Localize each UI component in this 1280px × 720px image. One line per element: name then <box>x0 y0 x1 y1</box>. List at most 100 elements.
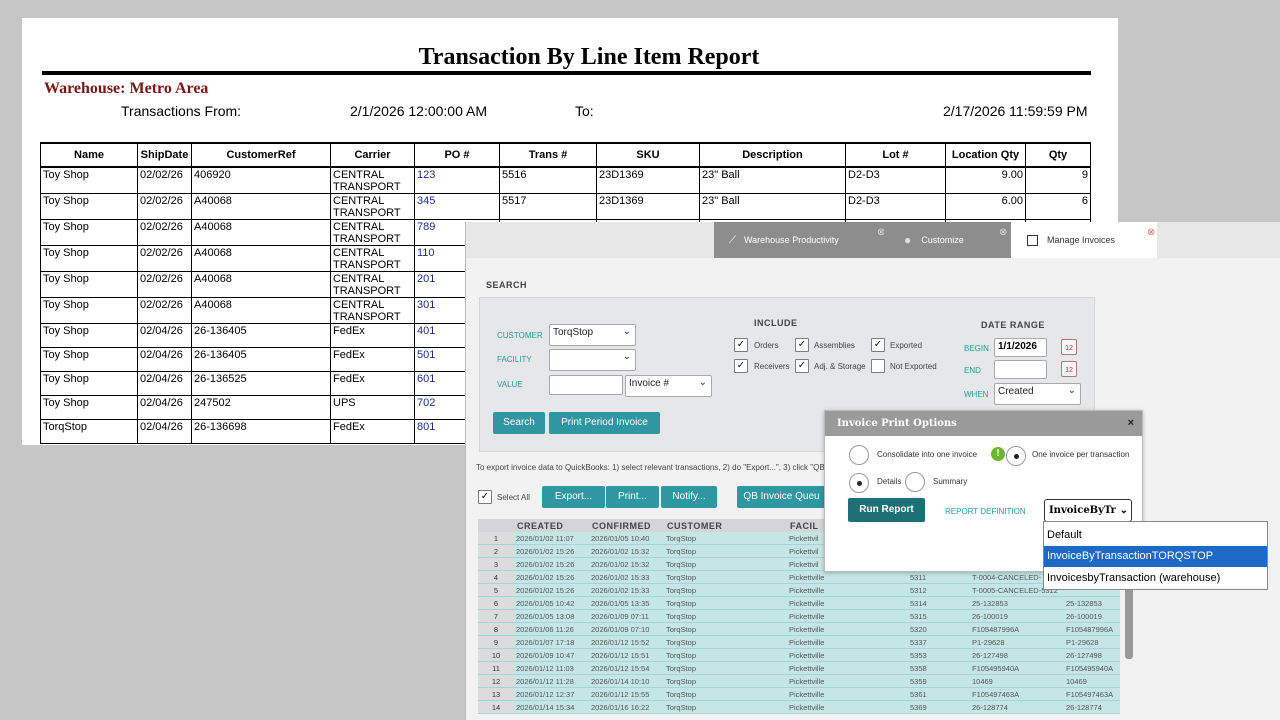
report-cell: UPS <box>330 395 415 420</box>
print-button[interactable]: Print... <box>606 486 659 508</box>
report-cell: Toy Shop <box>40 395 138 420</box>
export-button[interactable]: Export... <box>542 486 605 508</box>
details-radio[interactable] <box>849 473 869 493</box>
notify-button[interactable]: Notify... <box>661 486 717 508</box>
details-label: Details <box>877 477 902 486</box>
list-column-header[interactable]: CONFIRMED <box>589 519 664 532</box>
list-cell: 5312 <box>908 583 970 597</box>
when-value: Created <box>998 386 1034 397</box>
report-column-header: PO # <box>414 142 500 168</box>
end-date-input[interactable] <box>994 360 1047 379</box>
tab-warehouse-productivity[interactable]: ⟋ Warehouse Productivity ⊗ <box>714 222 885 258</box>
report-cell: A40068 <box>191 271 331 298</box>
circle-icon: ● <box>904 233 912 247</box>
list-cell: F105495940A <box>1064 661 1120 675</box>
list-column-header[interactable] <box>478 519 514 532</box>
report-cell: 23" Ball <box>699 166 846 194</box>
begin-date-input[interactable]: 1/1/2026 <box>994 338 1047 357</box>
dropdown-option-default[interactable]: Default <box>1044 525 1267 546</box>
list-cell: TorqStop <box>664 661 787 675</box>
row-number: 12 <box>478 674 514 688</box>
customer-select[interactable]: TorqStop ⌄ <box>549 324 636 346</box>
when-label: WHEN <box>964 390 989 399</box>
print-period-invoice-button[interactable]: Print Period Invoice <box>549 412 660 434</box>
report-cell: 9.00 <box>945 166 1026 194</box>
not-exported-checkbox[interactable] <box>871 359 885 373</box>
list-cell: 2026/01/14 10:10 <box>589 674 664 688</box>
run-report-button[interactable]: Run Report <box>848 498 925 522</box>
list-row[interactable]: 7 2026/01/05 13:08 2026/01/09 07:11 TorqSto… <box>478 609 1120 623</box>
select-all-checkbox[interactable]: ✓ <box>478 490 492 504</box>
orders-checkbox[interactable]: ✓ <box>734 338 748 352</box>
list-row[interactable]: 5 2026/01/02 15:26 2026/01/02 15:33 TorqSto… <box>478 583 1120 597</box>
receivers-checkbox[interactable]: ✓ <box>734 359 748 373</box>
report-definition-select[interactable]: InvoiceByTr ⌄ <box>1044 499 1132 522</box>
qb-invoice-queue-button[interactable]: QB Invoice Queu <box>737 486 826 508</box>
assemblies-checkbox[interactable]: ✓ <box>795 338 809 352</box>
list-row[interactable]: 10 2026/01/09 10:47 2026/01/12 15:51 TorqSt… <box>478 648 1120 662</box>
report-cell: CENTRAL TRANSPORT <box>330 271 415 298</box>
list-row[interactable]: 12 2026/01/12 11:28 2026/01/14 10:10 TorqSt… <box>478 674 1120 688</box>
list-cell: 25-132853 <box>970 596 1064 610</box>
list-cell: 2026/01/02 15:33 <box>589 570 664 584</box>
report-cell: 26-136405 <box>191 323 331 348</box>
list-cell: Pickettville <box>787 596 908 610</box>
chevron-down-icon: ⌄ <box>698 377 707 388</box>
report-cell: 345 <box>414 193 500 220</box>
close-icon[interactable]: × <box>1128 411 1134 436</box>
calendar-icon[interactable]: 12 <box>1061 339 1077 355</box>
exported-checkbox[interactable]: ✓ <box>871 338 885 352</box>
list-cell: 2026/01/07 17:18 <box>514 635 589 649</box>
report-title: Transaction By Line Item Report <box>418 44 760 70</box>
report-cell: 26-136525 <box>191 371 331 396</box>
list-cell: 2026/01/09 10:47 <box>514 648 589 662</box>
list-cell: 26-100019 <box>1064 609 1120 623</box>
from-value: 2/1/2026 12:00:00 AM <box>350 103 487 119</box>
calendar-icon[interactable]: 12 <box>1061 361 1077 377</box>
list-cell: TorqStop <box>664 596 787 610</box>
row-number: 13 <box>478 687 514 701</box>
list-row[interactable]: 8 2026/01/06 11:26 2026/01/09 07:10 TorqSto… <box>478 622 1120 636</box>
tab-customize[interactable]: ● Customize ⊗ <box>884 222 1011 258</box>
dropdown-option-invoicebytransaction-torqstop[interactable]: InvoiceByTransactionTORQSTOP (TorqStop) <box>1044 546 1267 583</box>
summary-radio[interactable] <box>905 472 925 492</box>
square-icon <box>1027 234 1038 246</box>
tab-manage-invoices[interactable]: Manage Invoices ⊗ <box>1011 222 1157 258</box>
list-cell: 2026/01/05 10:40 <box>589 532 664 545</box>
list-row[interactable]: 14 2026/01/14 15:34 2026/01/16 16:22 TorqSt… <box>478 700 1120 714</box>
report-definition-dropdown: Default InvoiceByTransactionTORQSTOP (To… <box>1043 521 1268 590</box>
value-type-select[interactable]: Invoice # ⌄ <box>625 375 712 397</box>
list-cell: 26-127498 <box>1064 648 1120 662</box>
report-cell: A40068 <box>191 245 331 272</box>
list-column-header[interactable]: CREATED <box>514 519 589 532</box>
row-number: 4 <box>478 570 514 584</box>
list-row[interactable]: 9 2026/01/07 17:18 2026/01/12 15:52 TorqSto… <box>478 635 1120 649</box>
report-cell: 02/02/26 <box>137 219 192 246</box>
list-column-header[interactable]: CUSTOMER <box>664 519 787 532</box>
list-row[interactable]: 6 2026/01/05 10:42 2026/01/05 13:35 TorqSto… <box>478 596 1120 610</box>
search-button[interactable]: Search <box>493 412 545 434</box>
report-column-header: Lot # <box>845 142 946 168</box>
list-cell: TorqStop <box>664 648 787 662</box>
facility-select[interactable]: ⌄ <box>549 349 636 371</box>
one-per-transaction-radio[interactable] <box>1006 446 1026 466</box>
list-cell: P1-29628 <box>1064 635 1120 649</box>
close-tab-icon[interactable]: ⊗ <box>999 227 1007 238</box>
report-cell: TorqStop <box>40 419 138 444</box>
dropdown-option-invoicesbytransaction-warehouse[interactable]: InvoicesbyTransaction (warehouse) <box>1044 568 1267 589</box>
close-tab-icon[interactable]: ⊗ <box>1147 227 1155 238</box>
list-row[interactable]: 13 2026/01/12 12:37 2026/01/12 15:55 TorqSt… <box>478 687 1120 701</box>
value-input[interactable] <box>549 375 623 395</box>
when-select[interactable]: Created ⌄ <box>994 383 1081 405</box>
row-number: 14 <box>478 700 514 714</box>
export-instructions: To export invoice data to QuickBooks: 1)… <box>476 463 834 472</box>
adj-storage-checkbox[interactable]: ✓ <box>795 359 809 373</box>
consolidate-radio[interactable] <box>849 445 869 465</box>
row-number: 11 <box>478 661 514 675</box>
info-icon[interactable]: ! <box>991 447 1005 461</box>
list-cell: TorqStop <box>664 609 787 623</box>
report-cell: 6.00 <box>945 193 1026 220</box>
list-row[interactable]: 11 2026/01/12 11:03 2026/01/12 15:54 TorqSt… <box>478 661 1120 675</box>
list-row[interactable]: 4 2026/01/02 15:26 2026/01/02 15:33 TorqSto… <box>478 570 1120 584</box>
report-cell: Toy Shop <box>40 219 138 246</box>
